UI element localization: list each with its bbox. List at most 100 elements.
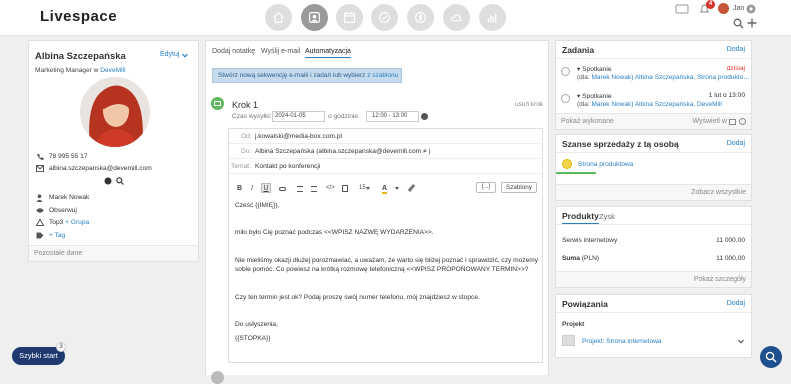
user-name[interactable]: Jan bbox=[733, 5, 744, 12]
task-people-links[interactable]: Marek Nowak) Albina Szczepańska, DeveMil… bbox=[591, 101, 721, 108]
to-field[interactable]: Albina Szczepańska (albina.szczepanska@d… bbox=[255, 148, 431, 155]
contact-email[interactable]: albina.szczepanska@devemill.com bbox=[49, 165, 152, 172]
for-label: (dla: bbox=[577, 101, 590, 108]
add-relation-button[interactable]: Dodaj bbox=[727, 300, 745, 307]
task-name-text: Spotkanie bbox=[582, 93, 612, 100]
product-name: Serwis internetowy bbox=[562, 237, 618, 244]
user-avatar[interactable] bbox=[718, 3, 729, 14]
task-checkbox[interactable] bbox=[561, 67, 570, 76]
relation-section-label: Projekt bbox=[562, 321, 585, 328]
show-completed-link[interactable]: Pokaż wykonane bbox=[561, 114, 614, 130]
from-field[interactable]: j.kowalski@media-box.com.pl bbox=[255, 133, 342, 140]
add-task-button[interactable]: Dodaj bbox=[727, 46, 745, 53]
tab-send-email[interactable]: Wyślij e-mail bbox=[261, 48, 300, 55]
underline-button[interactable]: U bbox=[261, 183, 271, 193]
task-checkbox[interactable] bbox=[561, 94, 570, 103]
opportunities-title: Szanse sprzedaży z tą osobą bbox=[562, 139, 679, 149]
search-icon[interactable] bbox=[116, 177, 124, 185]
activity-panel: Dodaj notatkę Wyślij e-mail Automatyzacj… bbox=[205, 40, 549, 384]
nav-deals-button[interactable] bbox=[407, 4, 434, 31]
tab-products[interactable]: Produkty bbox=[562, 211, 599, 224]
bold-button[interactable]: B bbox=[237, 185, 242, 192]
nav-contacts-button[interactable] bbox=[301, 4, 328, 31]
search-icon[interactable] bbox=[733, 18, 744, 29]
chat-button[interactable] bbox=[760, 346, 782, 368]
cloud-icon bbox=[450, 14, 462, 22]
info-icon[interactable] bbox=[421, 113, 428, 120]
relations-card: Powiązania Dodaj Projekt Projekt: Strona … bbox=[555, 294, 752, 358]
email-icon bbox=[36, 165, 44, 172]
nav-reports-button[interactable] bbox=[479, 4, 506, 31]
chat-icon[interactable] bbox=[675, 4, 689, 15]
search-icon bbox=[765, 351, 777, 363]
tab-automation[interactable]: Automatyzacja bbox=[305, 48, 351, 58]
opportunity-status-icon bbox=[562, 159, 572, 169]
globe-icon[interactable] bbox=[104, 177, 112, 185]
code-icon[interactable]: </> bbox=[326, 185, 335, 191]
calendar-icon[interactable] bbox=[729, 119, 736, 125]
observe-button[interactable]: Obserwuj bbox=[49, 207, 77, 214]
email-body-editor[interactable]: Cześć {{IMIĘ}}, miło było Cię poznać pod… bbox=[229, 197, 542, 362]
bullet-list-icon[interactable] bbox=[297, 186, 303, 192]
show-details-link[interactable]: Pokaż szczegóły bbox=[556, 271, 751, 287]
tasks-card: Zadania Dodaj ▾ Spotkanie dzisiaj (dla: M… bbox=[555, 40, 752, 130]
variables-dropdown[interactable]: {...} bbox=[476, 182, 496, 193]
phone-icon bbox=[37, 154, 44, 161]
task-date: dzisiaj bbox=[726, 65, 745, 72]
send-time-select[interactable]: 12:00 - 13:00 bbox=[366, 111, 419, 122]
to-label: Do: bbox=[241, 148, 252, 155]
project-link[interactable]: Projekt: Strona internetowa bbox=[582, 338, 662, 345]
eraser-icon[interactable] bbox=[407, 183, 416, 193]
bar-chart-icon bbox=[487, 13, 497, 23]
create-sequence-button[interactable]: Stwórz nową sekwencję e-maili i zadań lu… bbox=[212, 68, 402, 83]
other-data-link[interactable]: Pozostałe dane bbox=[29, 245, 198, 261]
contact-phone[interactable]: 78 995 55 17 bbox=[49, 153, 88, 160]
chevron-down-icon[interactable] bbox=[366, 187, 370, 190]
nav-calendar-button[interactable] bbox=[336, 4, 363, 31]
email-body-line: miło było Cię poznać podczas <<WPISZ NAZ… bbox=[235, 229, 434, 236]
gear-icon[interactable] bbox=[746, 4, 756, 14]
tab-add-note[interactable]: Dodaj notatkę bbox=[212, 48, 255, 55]
task-people-links[interactable]: Marek Nowak) Albina Szczepańska, Strona … bbox=[591, 74, 749, 81]
link-icon[interactable] bbox=[279, 187, 286, 191]
font-size-select[interactable]: 15 bbox=[359, 185, 366, 191]
nav-cloud-button[interactable] bbox=[443, 4, 470, 31]
add-icon[interactable] bbox=[747, 18, 757, 28]
contact-role: Marketing Manager w DeveMill bbox=[35, 67, 126, 74]
task-name-text: Spotkanie bbox=[582, 66, 612, 73]
add-opportunity-button[interactable]: Dodaj bbox=[727, 140, 745, 147]
chevron-down-icon[interactable] bbox=[395, 187, 399, 190]
company-link[interactable]: DeveMill bbox=[100, 67, 125, 74]
gear-icon[interactable] bbox=[739, 118, 746, 125]
nav-tasks-button[interactable] bbox=[371, 4, 398, 31]
opportunity-link[interactable]: Strona produktowa bbox=[578, 161, 633, 168]
send-date-input[interactable]: 2024-01-05 bbox=[272, 111, 325, 122]
top-bar: Livespace 4 Jan bbox=[0, 0, 791, 36]
view-in-link[interactable]: Wyświetl w bbox=[692, 114, 727, 130]
email-body-line: {{STOPKA}} bbox=[235, 335, 271, 342]
email-body-line: Do usłyszenia, bbox=[235, 321, 278, 328]
chevron-down-icon[interactable] bbox=[738, 339, 744, 344]
document-icon[interactable] bbox=[342, 185, 348, 192]
subject-field[interactable]: Kontakt po konferencji bbox=[255, 163, 320, 170]
templates-button[interactable]: Szablony bbox=[501, 182, 537, 193]
see-all-link[interactable]: Zobacz wszystkie bbox=[556, 184, 751, 200]
template-link[interactable]: z szablonu bbox=[367, 72, 398, 79]
home-icon bbox=[273, 11, 284, 23]
edit-contact-button[interactable]: Edytuj bbox=[160, 51, 179, 58]
add-tag-link[interactable]: + Tag bbox=[49, 232, 65, 239]
add-group-link[interactable]: + Grupa bbox=[65, 219, 89, 226]
remove-step-button[interactable]: usuń krok bbox=[515, 101, 543, 108]
numbered-list-icon[interactable] bbox=[311, 186, 317, 192]
tag-icon bbox=[36, 232, 44, 239]
opportunities-card: Szanse sprzedaży z tą osobą Dodaj Strona … bbox=[555, 134, 752, 201]
tab-profit[interactable]: Zysk bbox=[599, 212, 615, 221]
tasks-title: Zadania bbox=[562, 45, 595, 55]
nav-home-button[interactable] bbox=[265, 4, 292, 31]
italic-button[interactable]: I bbox=[251, 185, 253, 192]
contact-name: Albina Szczepańska bbox=[35, 51, 126, 62]
text-color-icon[interactable]: A bbox=[382, 185, 388, 194]
chevron-down-icon[interactable] bbox=[182, 53, 188, 58]
email-body-line: sobie pomóc. Co powiesz na krótką rozmow… bbox=[235, 266, 529, 273]
total-label: Suma bbox=[562, 255, 580, 262]
